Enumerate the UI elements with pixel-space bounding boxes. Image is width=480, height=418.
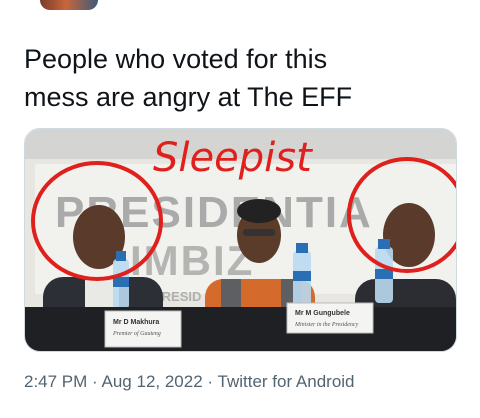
annotation-caption: Sleepist <box>153 135 313 181</box>
tweet-text: People who voted for this mess are angry… <box>24 40 464 116</box>
water-bottle <box>293 243 311 307</box>
tweet-text-line: People who voted for this <box>24 44 328 74</box>
table <box>25 307 456 351</box>
placard-title: Minister in the Presidency <box>294 322 359 328</box>
tweet-metadata: 2:47 PM · Aug 12, 2022 · Twitter for And… <box>24 372 355 392</box>
tweet-photo[interactable]: PRESIDENTIA IMBIZ PRESID Mr D Makhura Pr… <box>24 128 457 352</box>
placard-name: Mr D Makhura <box>113 319 159 326</box>
placard-title: Premier of Gauteng <box>112 330 161 337</box>
name-placard: Mr M Gungubele Minister in the Presidenc… <box>286 302 374 334</box>
name-placard: Mr D Makhura Premier of Gauteng <box>104 310 182 348</box>
water-bottle <box>375 239 393 303</box>
avatar[interactable] <box>40 0 98 10</box>
tweet-time[interactable]: 2:47 PM <box>24 372 87 391</box>
tweet-source[interactable]: Twitter for Android <box>218 372 355 391</box>
separator-dot: · <box>92 372 98 391</box>
banner-subtitle: IMBIZ <box>130 237 254 284</box>
tweet-text-line: mess are angry at The EFF <box>24 82 353 112</box>
tweet-date[interactable]: Aug 12, 2022 <box>102 372 203 391</box>
water-bottle <box>113 251 129 309</box>
placard-name: Mr M Gungubele <box>295 310 350 317</box>
separator-dot: · <box>207 372 214 391</box>
